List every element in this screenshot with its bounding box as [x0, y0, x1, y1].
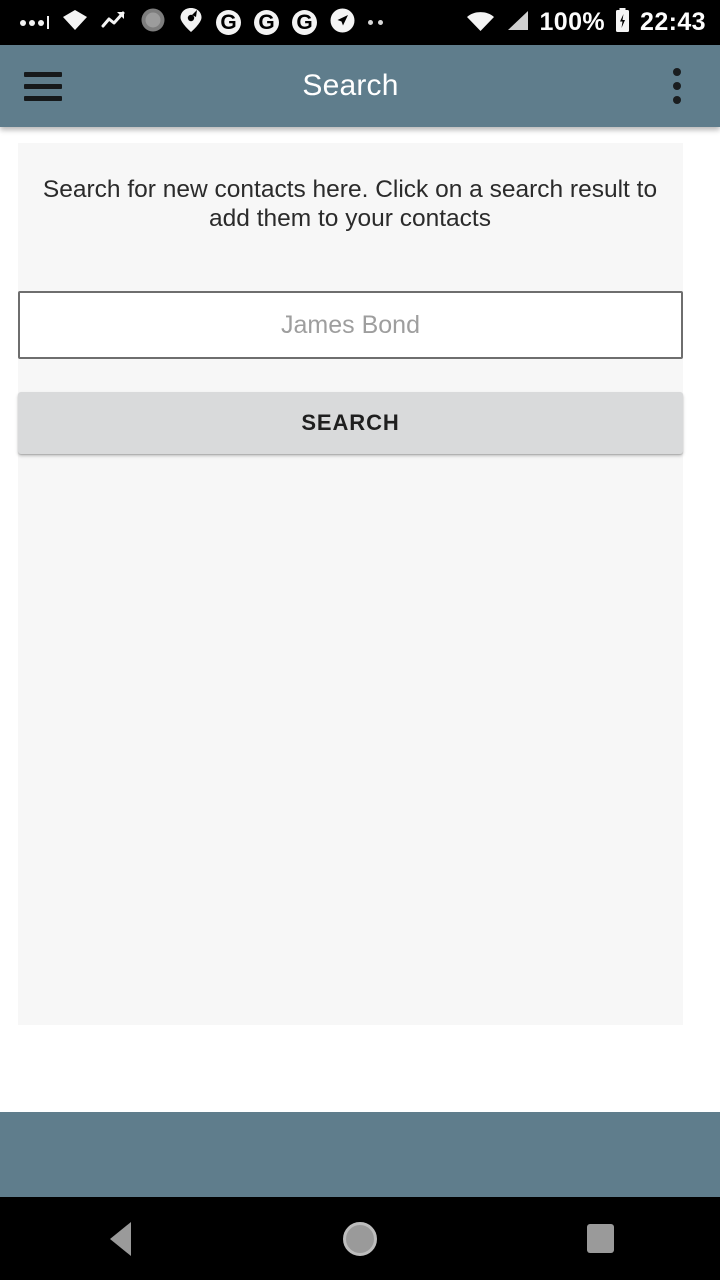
search-results-list	[18, 461, 683, 1025]
home-button[interactable]	[240, 1197, 480, 1280]
back-triangle-icon	[109, 1221, 131, 1256]
clock-label: 22:43	[640, 8, 706, 36]
battery-percent-label: 100%	[539, 8, 606, 36]
trending-up-icon	[101, 9, 127, 36]
location-bird-icon	[179, 7, 203, 38]
page-title: Search	[302, 69, 399, 102]
wifi-diamond-icon	[62, 8, 88, 37]
gear-circle-icon	[140, 7, 166, 38]
search-button[interactable]: SEARCH	[18, 392, 683, 454]
overflow-menu-icon[interactable]	[646, 54, 708, 118]
google-g-icon-2: G	[254, 10, 279, 35]
navigation-arrow-icon	[330, 8, 355, 38]
recents-square-icon	[586, 1224, 614, 1253]
search-input[interactable]	[18, 291, 683, 359]
app-bar: Search	[0, 45, 720, 127]
search-content-panel: Search for new contacts here. Click on a…	[18, 143, 683, 1025]
signal-dots-icon	[20, 16, 49, 29]
footer-bar	[0, 1112, 720, 1197]
system-navigation-bar	[0, 1197, 720, 1280]
status-bar-right-icons: 100% 22:43	[466, 7, 707, 38]
search-input-container	[18, 291, 683, 359]
device-screen: G G G 100% 22:43 Search Search for new c…	[0, 0, 720, 1280]
home-circle-icon	[343, 1221, 377, 1256]
google-g-icon-3: G	[292, 10, 317, 35]
status-bar-left-icons: G G G	[20, 7, 466, 38]
wifi-icon	[466, 9, 495, 37]
google-g-icon-1: G	[216, 10, 241, 35]
cellular-signal-icon	[505, 9, 530, 37]
battery-charging-icon	[615, 7, 630, 38]
search-hint-text: Search for new contacts here. Click on a…	[42, 176, 658, 232]
recents-button[interactable]	[480, 1197, 720, 1280]
status-bar: G G G 100% 22:43	[0, 0, 720, 45]
more-dots-icon	[368, 20, 383, 25]
content-spacer	[0, 1025, 720, 1112]
back-button[interactable]	[0, 1197, 240, 1280]
